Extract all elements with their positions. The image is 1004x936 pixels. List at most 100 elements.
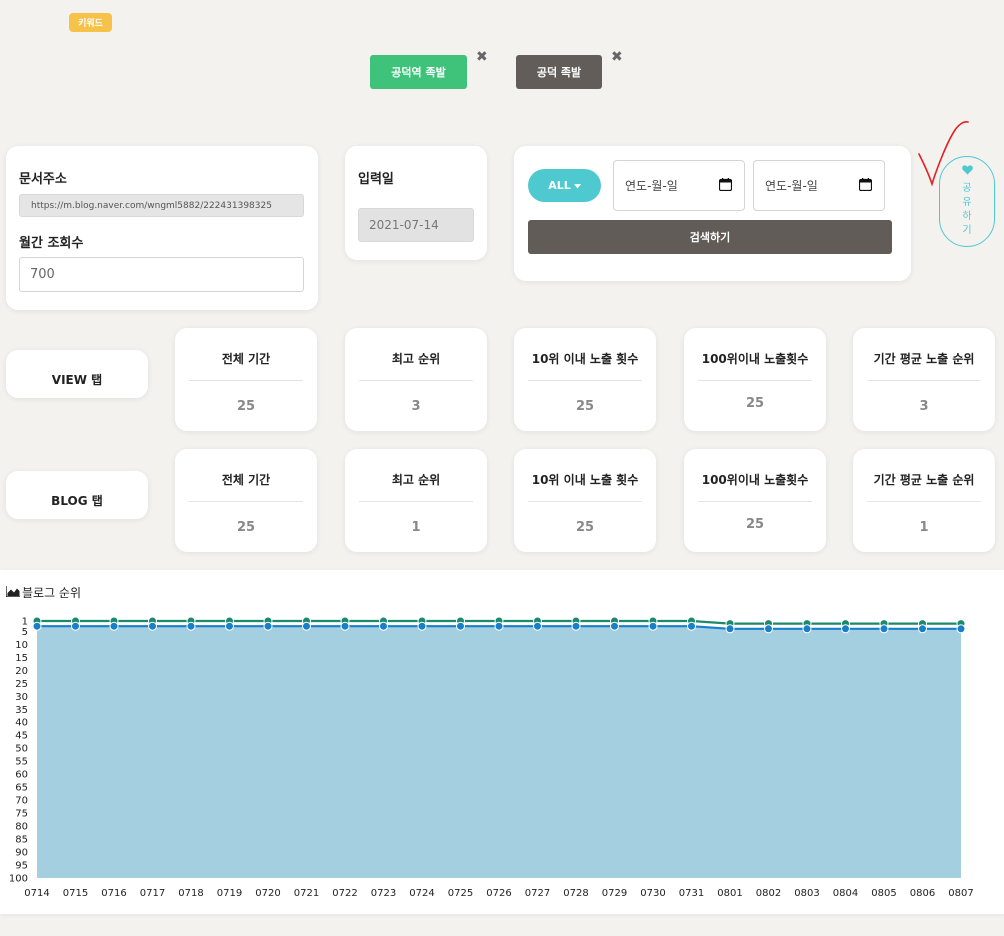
x-tick-label: 0726 bbox=[486, 888, 511, 899]
keyword-tag-2[interactable]: 공덕 족발 bbox=[516, 55, 602, 89]
x-tick-label: 0720 bbox=[255, 888, 280, 899]
blog-stat-total-period: 전체 기간 25 bbox=[175, 449, 317, 552]
blog-stat-top10-count: 10위 이내 노출 횟수 25 bbox=[514, 449, 656, 552]
series-2-point bbox=[456, 621, 465, 631]
blog-stat-best-rank: 최고 순위 1 bbox=[345, 449, 487, 552]
x-tick-label: 0717 bbox=[140, 888, 165, 899]
series-2-point bbox=[841, 624, 850, 634]
y-tick-label: 100 bbox=[9, 874, 28, 885]
y-tick-label: 25 bbox=[15, 679, 28, 690]
series-2-point bbox=[879, 624, 889, 634]
stat-divider bbox=[867, 501, 981, 502]
end-date-placeholder: 연도-월-일 bbox=[765, 179, 818, 193]
y-tick-label: 75 bbox=[15, 809, 28, 820]
blog-stat-top100-count: 100위이내 노출횟수 25 bbox=[684, 449, 826, 552]
view-tab[interactable]: VIEW 탭 bbox=[6, 350, 148, 398]
x-tick-label: 0805 bbox=[871, 888, 896, 899]
y-tick-label: 1 bbox=[22, 617, 28, 628]
chart-heading: 블로그 순위 bbox=[5, 584, 81, 601]
y-tick-label: 60 bbox=[15, 770, 28, 781]
stat-value: 25 bbox=[236, 520, 256, 535]
stat-divider bbox=[698, 501, 812, 502]
end-date-input[interactable]: 연도-월-일 bbox=[753, 160, 885, 211]
series-2-point bbox=[71, 621, 80, 631]
stat-value: 1 bbox=[411, 520, 421, 535]
blog-stat-avg-rank: 기간 평균 노출 순위 1 bbox=[853, 449, 995, 552]
series-2-point bbox=[687, 621, 696, 631]
stat-divider bbox=[867, 380, 981, 381]
search-button[interactable]: 검색하기 bbox=[528, 220, 892, 254]
stat-title: 10위 이내 노출 횟수 bbox=[531, 352, 639, 366]
stat-title: 100위이내 노출횟수 bbox=[701, 473, 809, 487]
x-tick-label: 0721 bbox=[294, 888, 319, 899]
x-tick-label: 0728 bbox=[563, 888, 588, 899]
input-date-field: 2021-07-14 bbox=[358, 208, 474, 242]
y-tick-label: 20 bbox=[15, 666, 28, 677]
series-2-point bbox=[571, 621, 581, 631]
y-tick-label: 30 bbox=[15, 692, 28, 703]
stat-divider bbox=[359, 501, 473, 502]
x-tick-label: 0718 bbox=[178, 888, 203, 899]
area-chart-icon bbox=[5, 585, 20, 600]
caret-down-icon bbox=[573, 179, 581, 192]
calendar-icon[interactable] bbox=[858, 177, 873, 194]
view-stat-avg-rank: 기간 평균 노출 순위 3 bbox=[853, 328, 995, 431]
series-2-point bbox=[148, 621, 157, 631]
stat-divider bbox=[698, 380, 812, 381]
x-tick-label: 0804 bbox=[833, 888, 858, 899]
series-2-point bbox=[225, 621, 234, 631]
y-tick-label: 95 bbox=[15, 861, 28, 872]
x-tick-label: 0719 bbox=[217, 888, 242, 899]
share-char-3: 하 bbox=[962, 211, 972, 222]
y-tick-label: 15 bbox=[15, 653, 28, 664]
series-2-point bbox=[340, 621, 350, 631]
stat-divider bbox=[528, 380, 642, 381]
series-2-point bbox=[417, 621, 427, 631]
series-2-point bbox=[379, 621, 388, 631]
y-tick-label: 5 bbox=[22, 627, 28, 638]
x-tick-label: 0716 bbox=[101, 888, 126, 899]
view-stat-top10-count: 10위 이내 노출 횟수 25 bbox=[514, 328, 656, 431]
y-tick-label: 80 bbox=[15, 822, 28, 833]
y-tick-label: 45 bbox=[15, 731, 28, 742]
monthly-views-label: 월간 조회수 bbox=[19, 236, 84, 251]
keyword-remove-2-icon[interactable]: ✖ bbox=[611, 50, 623, 64]
series-2-point bbox=[302, 621, 311, 631]
stat-value: 1 bbox=[919, 520, 929, 535]
x-tick-label: 0724 bbox=[409, 888, 434, 899]
x-tick-label: 0730 bbox=[640, 888, 665, 899]
series-2-point bbox=[109, 621, 119, 631]
stat-title: 기간 평균 노출 순위 bbox=[873, 352, 975, 366]
rank-chart: 15 10 15 20 25 30 35 40 45 50 55 60 65 70 75 80 85 90 95 10… bbox=[9, 616, 974, 899]
series-2-point bbox=[494, 621, 504, 631]
chart-area-fill bbox=[37, 626, 961, 878]
keyword-remove-1-icon[interactable]: ✖ bbox=[476, 50, 488, 64]
x-tick-label: 0723 bbox=[371, 888, 396, 899]
series-2-point bbox=[32, 621, 42, 631]
stat-divider bbox=[528, 501, 642, 502]
y-tick-label: 10 bbox=[15, 640, 28, 651]
stat-value: 25 bbox=[575, 399, 595, 414]
y-tick-label: 55 bbox=[15, 757, 28, 768]
blog-tab[interactable]: BLOG 탭 bbox=[6, 471, 148, 519]
keyword-tag-1[interactable]: 공덕역 족발 bbox=[370, 55, 467, 89]
x-tick-label: 0729 bbox=[602, 888, 627, 899]
start-date-input[interactable]: 연도-월-일 bbox=[613, 160, 745, 211]
stat-title: 최고 순위 bbox=[391, 473, 441, 487]
series-2-point bbox=[802, 624, 812, 634]
y-tick-label: 35 bbox=[15, 705, 28, 716]
view-stat-best-rank: 최고 순위 3 bbox=[345, 328, 487, 431]
series-2-point bbox=[648, 621, 658, 631]
input-date-label: 입력일 bbox=[358, 172, 394, 187]
monthly-views-input[interactable] bbox=[19, 257, 304, 292]
document-url-field: https://m.blog.naver.com/wngml5882/22243… bbox=[19, 194, 304, 217]
calendar-icon[interactable] bbox=[718, 177, 733, 194]
stat-title: 100위이내 노출횟수 bbox=[701, 352, 809, 366]
stat-divider bbox=[189, 380, 303, 381]
share-char-1: 공 bbox=[962, 183, 972, 194]
stat-value: 25 bbox=[745, 396, 765, 411]
all-dropdown-button[interactable]: ALL bbox=[528, 169, 601, 202]
stat-value: 3 bbox=[919, 399, 929, 414]
share-button[interactable]: 공 유 하 기 bbox=[939, 156, 995, 247]
y-tick-label: 70 bbox=[15, 796, 28, 807]
